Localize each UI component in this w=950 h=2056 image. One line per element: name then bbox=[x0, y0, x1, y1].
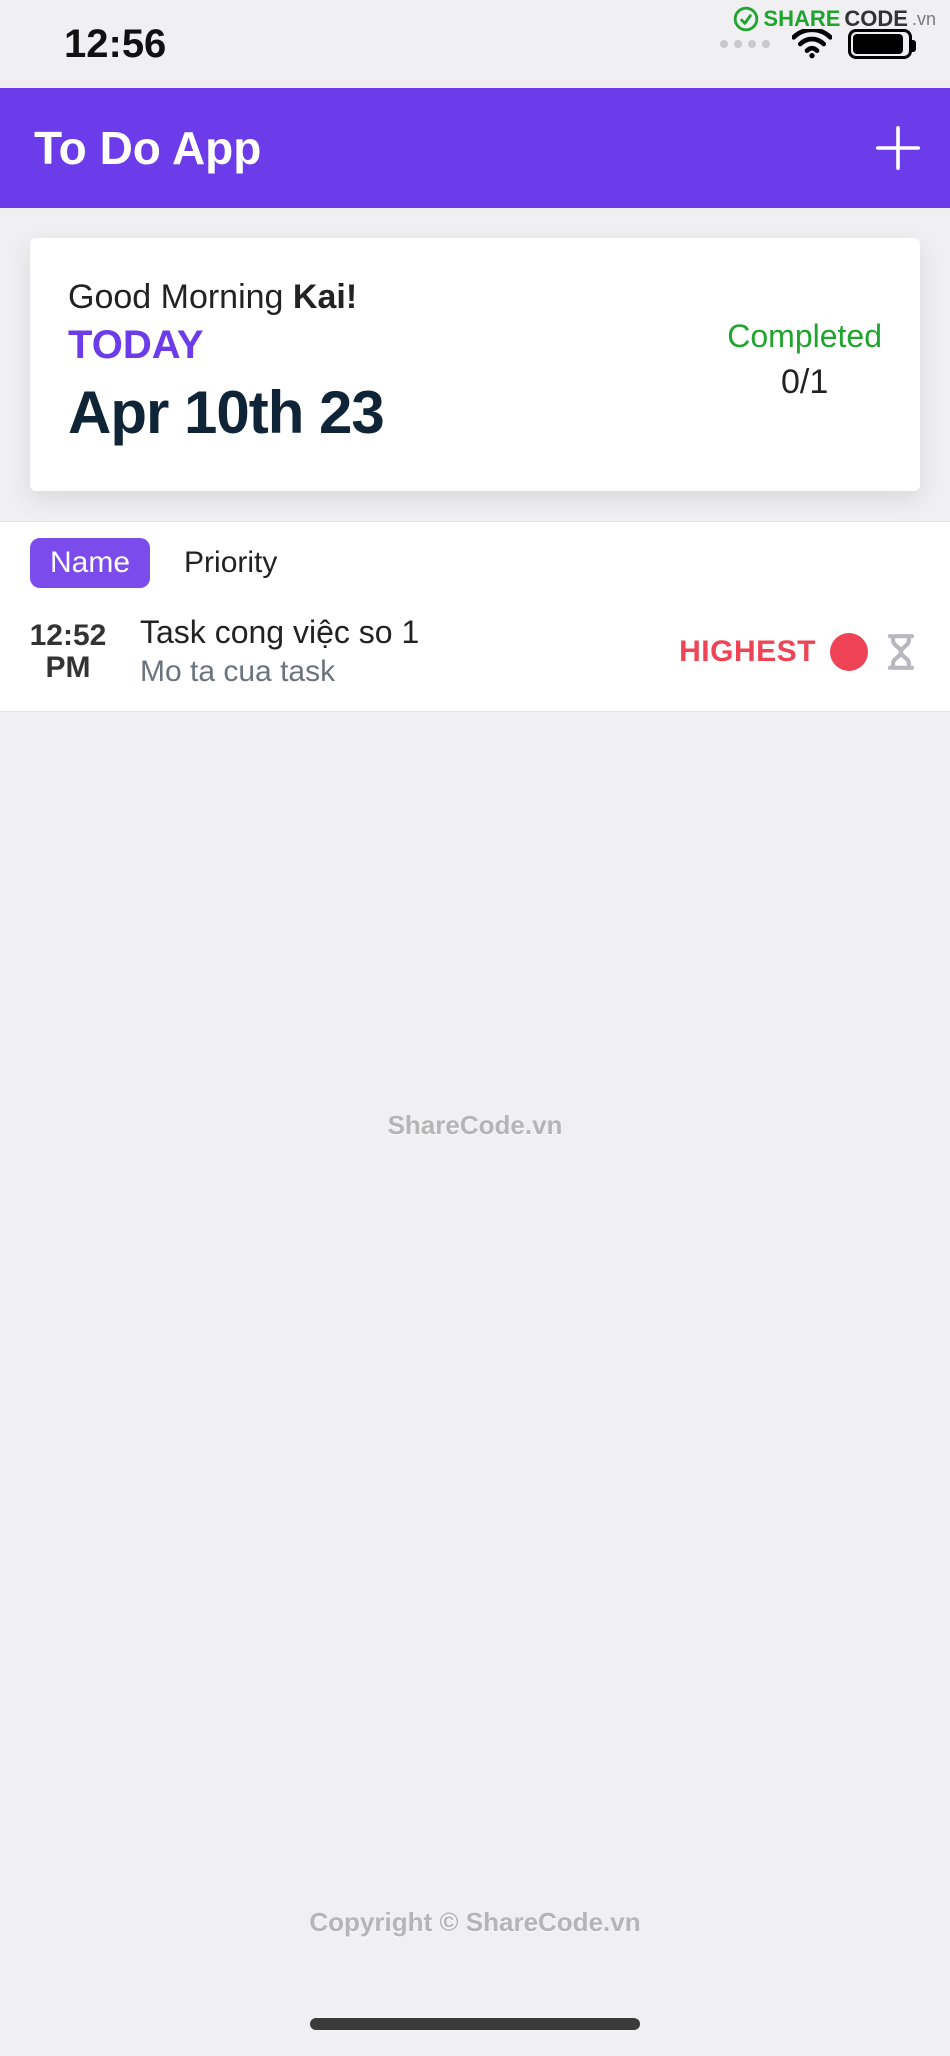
today-label: TODAY bbox=[68, 323, 384, 368]
hourglass-icon bbox=[882, 633, 920, 671]
sort-row: Name Priority bbox=[0, 522, 950, 602]
task-time-hhmm: 12:52 bbox=[16, 619, 120, 653]
completed-count: 0/1 bbox=[727, 363, 882, 402]
task-time-ampm: PM bbox=[16, 651, 120, 685]
task-main: Task cong việc so 1 Mo ta cua task bbox=[140, 614, 659, 689]
plus-icon bbox=[871, 121, 925, 175]
summary-card-wrap: Good Morning Kai! TODAY Apr 10th 23 Comp… bbox=[0, 208, 950, 491]
priority-dot-icon bbox=[830, 633, 868, 671]
task-title: Task cong việc so 1 bbox=[140, 614, 659, 651]
today-date: Apr 10th 23 bbox=[68, 378, 384, 447]
watermark-bottom: Copyright © ShareCode.vn bbox=[309, 1907, 640, 1938]
sort-chip-name[interactable]: Name bbox=[30, 538, 150, 588]
watermark-vn: .vn bbox=[912, 9, 936, 30]
task-time: 12:52 PM bbox=[16, 619, 120, 685]
greeting-prefix: Good Morning bbox=[68, 278, 293, 316]
completed-label: Completed bbox=[727, 318, 882, 355]
status-time: 12:56 bbox=[64, 22, 166, 67]
greeting: Good Morning Kai! bbox=[68, 278, 384, 317]
app-bar: To Do App bbox=[0, 88, 950, 208]
task-right: HIGHEST bbox=[679, 633, 920, 671]
status-right bbox=[720, 29, 912, 59]
pagination-dots-icon bbox=[720, 40, 770, 48]
watermark-mid: ShareCode.vn bbox=[388, 1110, 563, 1141]
home-indicator bbox=[310, 2018, 640, 2030]
battery-icon bbox=[848, 29, 912, 59]
task-row[interactable]: 12:52 PM Task cong việc so 1 Mo ta cua t… bbox=[0, 602, 950, 711]
app-title: To Do App bbox=[34, 121, 261, 175]
add-task-button[interactable] bbox=[868, 118, 928, 178]
sort-chip-priority[interactable]: Priority bbox=[164, 538, 297, 588]
summary-card: Good Morning Kai! TODAY Apr 10th 23 Comp… bbox=[30, 238, 920, 491]
task-description: Mo ta cua task bbox=[140, 655, 659, 689]
task-list-section: Name Priority 12:52 PM Task cong việc so… bbox=[0, 521, 950, 712]
wifi-icon bbox=[792, 29, 832, 59]
task-priority-label: HIGHEST bbox=[679, 635, 816, 669]
greeting-name: Kai! bbox=[293, 278, 357, 316]
